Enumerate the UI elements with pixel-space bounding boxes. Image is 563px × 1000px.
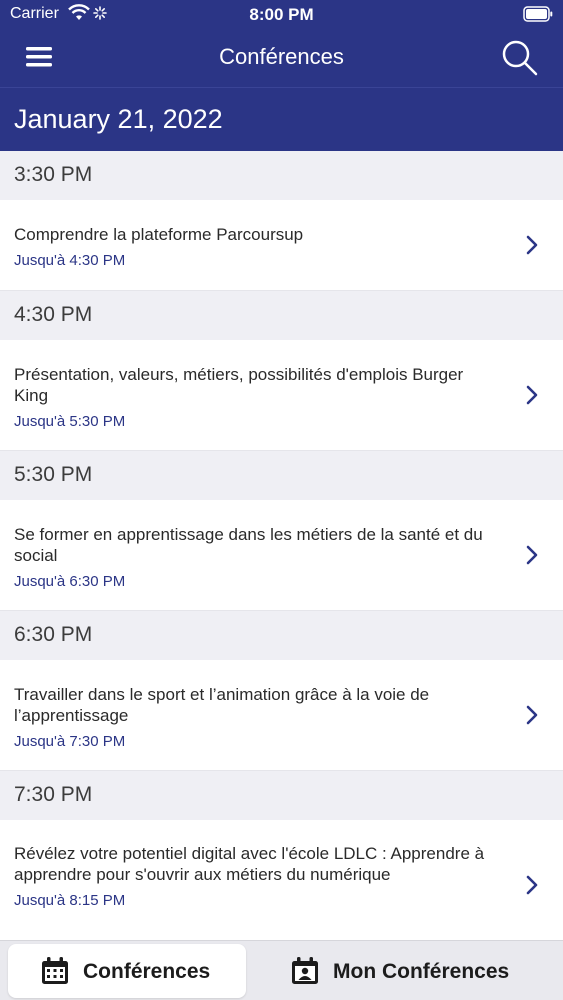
clock: 8:00 PM: [249, 5, 314, 24]
chevron-right-icon: [526, 545, 538, 565]
search-icon[interactable]: [501, 39, 539, 77]
section-time: 7:30 PM: [14, 783, 93, 806]
conference-end-time: Jusqu'à 6:30 PM: [14, 573, 126, 590]
section-header: 6:30 PM: [0, 611, 563, 660]
chevron-right-icon: [526, 235, 538, 255]
tab-label: Conférences: [83, 960, 211, 983]
tab-label: Mon Conférences: [333, 960, 510, 983]
section-header: 4:30 PM: [0, 291, 563, 340]
calendar-icon: [42, 957, 68, 984]
conference-title: Comprendre la plateforme Parcoursup: [14, 225, 304, 244]
section-time: 4:30 PM: [14, 303, 93, 326]
date-header: January 21, 2022: [0, 87, 563, 151]
chevron-right-icon: [526, 385, 538, 405]
section-header: 7:30 PM: [0, 771, 563, 820]
page-title: Conférences: [219, 44, 344, 69]
conference-title: Présentation, valeurs, métiers, possibil…: [14, 365, 464, 405]
section-time: 5:30 PM: [14, 463, 93, 486]
date-title: January 21, 2022: [14, 104, 223, 134]
conference-row[interactable]: Travailler dans le sport et l’animation …: [0, 660, 563, 771]
chevron-right-icon: [526, 705, 538, 725]
section-header: 5:30 PM: [0, 451, 563, 500]
conference-row[interactable]: Présentation, valeurs, métiers, possibil…: [0, 340, 563, 451]
section-time: 6:30 PM: [14, 623, 93, 646]
status-bar: Carrier 8:00 PM: [0, 0, 563, 30]
section-header: 3:30 PM: [0, 151, 563, 200]
conference-list: 3:30 PM Comprendre la plateforme Parcour…: [0, 151, 563, 951]
tab-conferences[interactable]: Conférences: [8, 944, 246, 998]
conference-title: Révélez votre potentiel digital avec l'é…: [14, 844, 485, 884]
conference-title: Travailler dans le sport et l’animation …: [14, 685, 430, 725]
tab-mon-conferences[interactable]: Mon Conférences: [254, 944, 554, 998]
conference-row[interactable]: Comprendre la plateforme Parcoursup Jusq…: [0, 200, 563, 291]
conference-row[interactable]: Révélez votre potentiel digital avec l'é…: [0, 820, 563, 951]
chevron-right-icon: [526, 875, 538, 895]
conference-title: Se former en apprentissage dans les méti…: [14, 525, 483, 565]
conference-end-time: Jusqu'à 4:30 PM: [14, 252, 126, 269]
battery-icon: [523, 6, 553, 22]
tab-bar: Conférences Mon Conférences: [0, 940, 563, 1000]
conference-end-time: Jusqu'à 7:30 PM: [14, 733, 126, 750]
person-calendar-icon: [292, 957, 318, 984]
nav-bar: Conférences: [0, 30, 563, 87]
conference-row[interactable]: Se former en apprentissage dans les méti…: [0, 500, 563, 611]
conference-end-time: Jusqu'à 5:30 PM: [14, 413, 126, 430]
section-time: 3:30 PM: [14, 163, 93, 186]
conference-end-time: Jusqu'à 8:15 PM: [14, 892, 126, 909]
